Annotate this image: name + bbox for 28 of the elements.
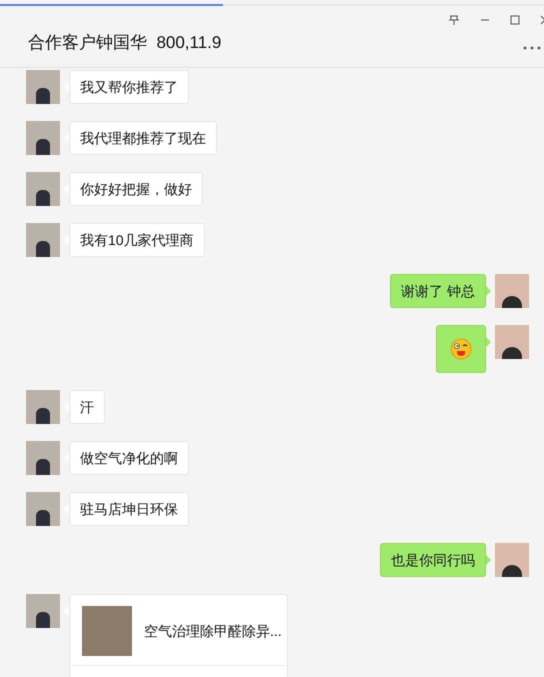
maximize-icon[interactable] [510, 15, 520, 25]
shared-card[interactable]: 空气治理除甲醛除异... [69, 594, 288, 677]
avatar-photo-placeholder[interactable] [26, 70, 60, 104]
chat-title: 合作客户钟国华 800,11.9 [28, 32, 222, 54]
message-bubble: 我又帮你推荐了 [69, 70, 189, 104]
message-bubble: 我有10几家代理商 [69, 223, 205, 257]
message-bubble: 做空气净化的啊 [69, 441, 189, 475]
avatar-photo-placeholder[interactable] [26, 390, 60, 424]
message-bubble: 你好好把握，做好 [69, 172, 203, 206]
message-bubble: 驻马店坤日环保 [69, 492, 189, 526]
avatar-photo-placeholder[interactable] [495, 543, 529, 577]
message-bubble: 我代理都推荐了现在 [69, 121, 217, 155]
avatar-photo-placeholder[interactable] [495, 325, 529, 359]
more-icon[interactable] [522, 44, 542, 51]
avatar-photo-placeholder[interactable] [26, 121, 60, 155]
card-title: 空气治理除甲醛除异... [144, 622, 282, 640]
avatar-photo-placeholder[interactable] [495, 274, 529, 308]
avatar-photo-placeholder[interactable] [26, 492, 60, 526]
photo-placeholder [82, 606, 132, 656]
message-bubble: 汗 [69, 390, 105, 424]
pin-icon[interactable] [448, 14, 460, 26]
avatar-photo-placeholder[interactable] [26, 441, 60, 475]
avatar-photo-placeholder[interactable] [26, 594, 60, 628]
winking-tongue-emoji-icon [450, 338, 472, 360]
avatar-photo-placeholder[interactable] [26, 223, 60, 257]
message-bubble: 谢谢了 钟总 [390, 274, 486, 308]
avatar-photo-placeholder[interactable] [26, 172, 60, 206]
message-bubble: 也是你同行吗 [380, 543, 486, 577]
